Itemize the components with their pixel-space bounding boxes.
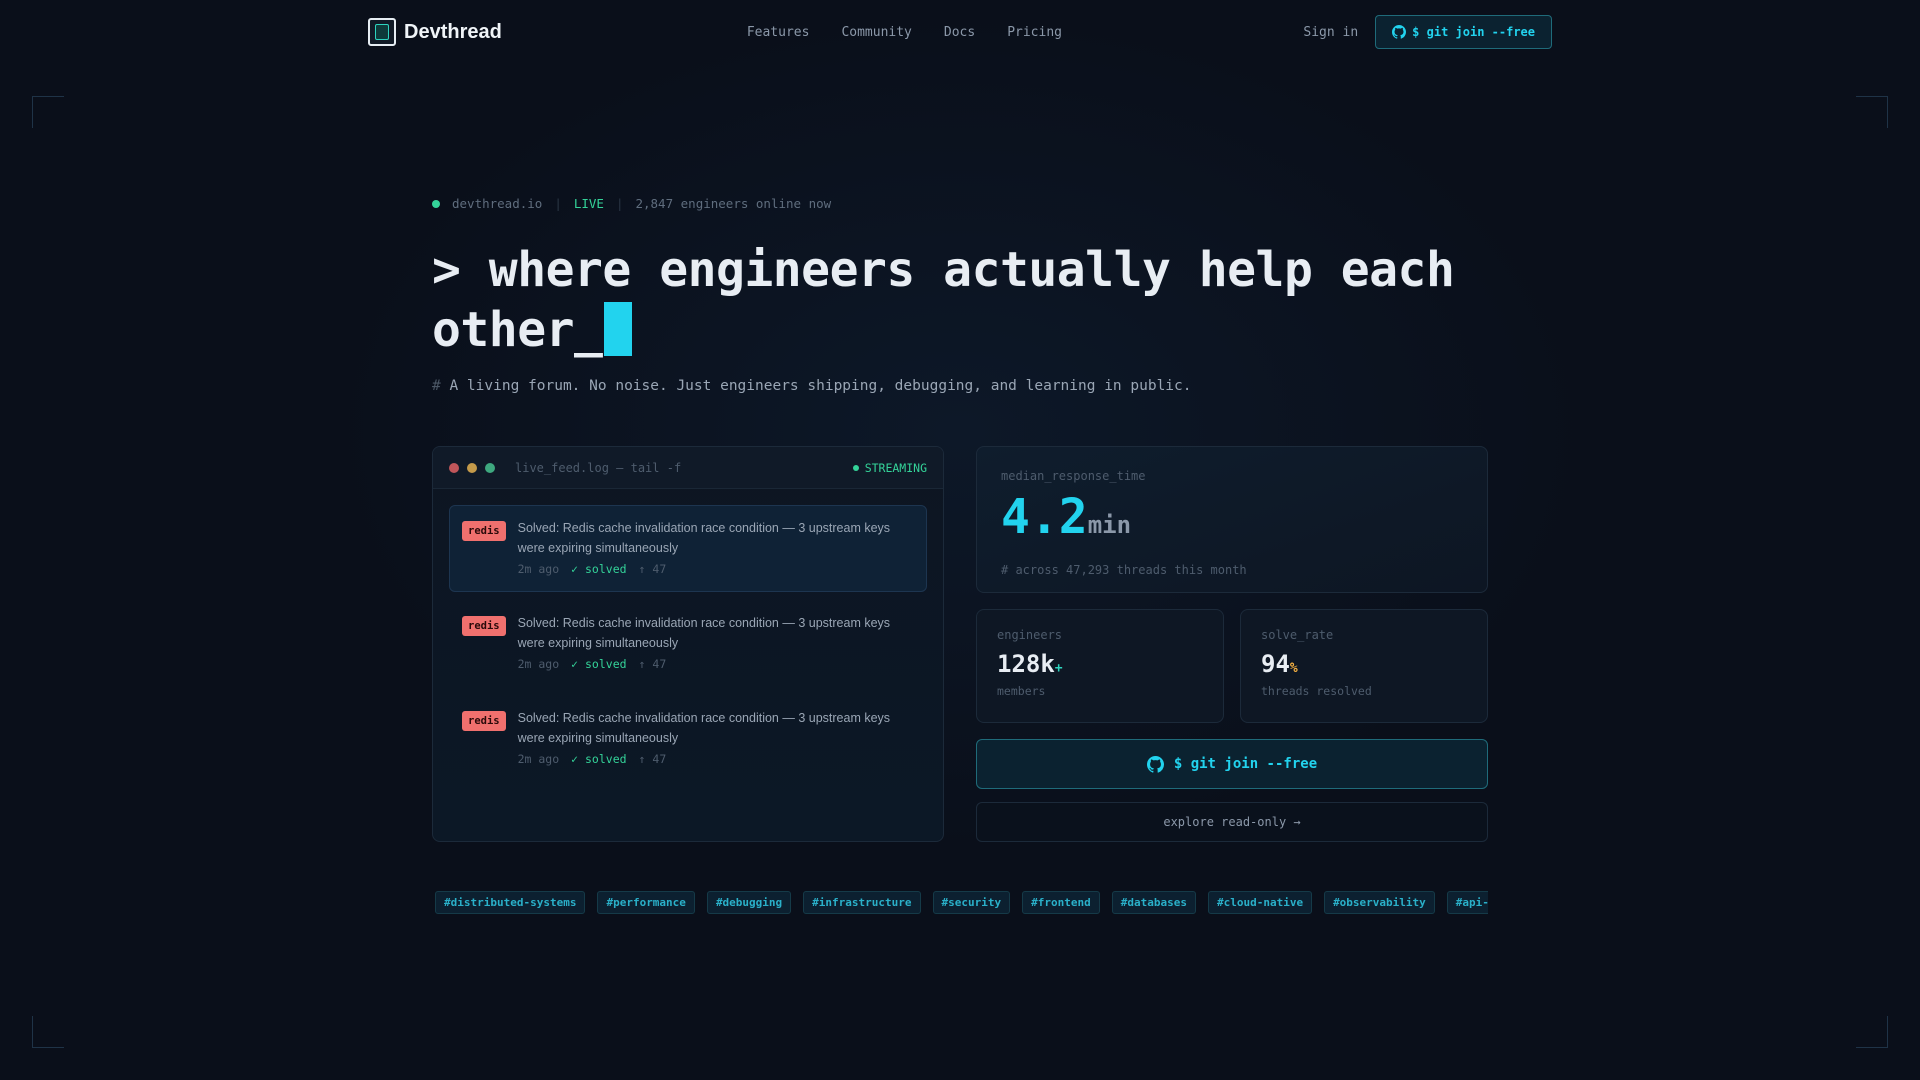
solved-badge: ✓ solved [571,562,627,576]
tag-infrastructure[interactable]: #infrastructure [803,891,921,914]
nav-link-community[interactable]: Community [841,25,911,40]
corner-decoration [32,96,64,128]
topic-tags: #distributed-systems #performance #debug… [435,891,1488,915]
solved-badge: ✓ solved [571,752,627,766]
stat-suffix: % [1289,661,1298,676]
live-feed-terminal: live_feed.log — tail -f STREAMING redis … [432,446,944,842]
stat-label: solve_rate [1261,628,1334,642]
feed-item[interactable]: redis Solved: Redis cache invalidation r… [449,600,927,687]
thread-title: Solved: Redis cache invalidation race co… [517,521,891,555]
thread-time: 2m ago [517,752,560,766]
online-dot-icon [432,199,440,208]
solved-badge: ✓ solved [571,657,627,671]
github-icon [1146,755,1164,773]
median-response-card: median_response_time 4.2min # across 47,… [976,446,1488,593]
solve-value: 94 [1261,650,1290,678]
live-badge: LIVE [573,196,604,211]
stat-note: # across 47,293 threads this month [1001,563,1247,577]
stat-label: median_response_time [1001,469,1146,483]
terminal-title: live_feed.log — tail -f [515,460,682,475]
brand-logo-icon [368,18,396,46]
feed-item[interactable]: redis Solved: Redis cache invalidation r… [449,695,927,782]
nav-join-label: $ git join --free [1412,25,1535,39]
brand-name: Devthread [404,20,502,43]
corner-decoration [1856,96,1888,128]
minimize-dot-icon [467,462,477,473]
hero-subline-text: A living forum. No noise. Just engineers… [449,378,1192,394]
tag-frontend[interactable]: #frontend [1022,891,1100,914]
feed-item[interactable]: redis Solved: Redis cache invalidation r… [449,505,927,592]
terminal-titlebar: live_feed.log — tail -f STREAMING [433,447,943,489]
nav-join-button[interactable]: $ git join --free [1375,15,1552,49]
vote-count: ↑ 47 [638,657,667,671]
thread-time: 2m ago [517,657,560,671]
tag-cloud-native[interactable]: #cloud-native [1207,891,1313,914]
topic-tag: redis [462,711,506,731]
divider: | [615,196,624,211]
nav-links: Features Community Docs Pricing [747,25,1062,40]
topic-tag: redis [462,616,506,636]
stat-label: engineers [997,628,1063,642]
top-nav: Devthread Features Community Docs Pricin… [368,14,1552,50]
nav-link-docs[interactable]: Docs [944,25,975,40]
stat-suffix: + [1054,661,1063,676]
corner-decoration [32,1016,64,1048]
online-count: 2,847 engineers online now [635,196,832,211]
engineers-value: 128k [997,650,1055,678]
sign-in-link[interactable]: Sign in [1303,25,1358,40]
feed-list: redis Solved: Redis cache invalidation r… [433,489,943,806]
nav-link-pricing[interactable]: Pricing [1007,25,1062,40]
stat-value: 4.2min [1001,491,1463,551]
status-line: devthread.io | LIVE | 2,847 engineers on… [432,196,831,211]
stat-unit: min [1087,511,1132,539]
topic-tag: redis [462,521,506,541]
thread-title: Solved: Redis cache invalidation race co… [517,711,891,745]
divider: | [554,196,562,211]
median-value: 4.2 [1001,489,1088,545]
tag-api-design[interactable]: #api-design [1446,891,1488,914]
vote-count: ↑ 47 [638,562,667,576]
comment-hash: # [432,378,441,394]
solve-rate-card: solve_rate 94% threads resolved [1240,609,1488,723]
tag-security[interactable]: #security [932,891,1011,914]
close-dot-icon [449,462,459,473]
join-label: $ git join --free [1173,756,1318,772]
nav-link-features[interactable]: Features [747,25,810,40]
hero-headline-text: > where engineers actually help each oth… [432,242,1455,358]
explore-read-only-button[interactable]: explore read-only → [976,802,1488,842]
cursor-block [604,302,633,356]
engineers-card: engineers 128k+ members [976,609,1224,723]
thread-time: 2m ago [517,562,560,576]
streaming-status: STREAMING [852,460,927,475]
thread-title: Solved: Redis cache invalidation race co… [517,616,891,650]
streaming-label: STREAMING [864,460,927,475]
vote-count: ↑ 47 [638,752,667,766]
site-domain: devthread.io [452,196,543,211]
streaming-dot-icon [852,464,859,471]
tag-debugging[interactable]: #debugging [706,891,792,914]
github-icon [1392,25,1407,39]
corner-decoration [1856,1016,1888,1048]
tag-databases[interactable]: #databases [1111,891,1196,914]
brand[interactable]: Devthread [368,18,502,46]
stat-caption: members [997,684,1046,698]
stat-value: 128k+ [997,650,1203,678]
hero-subline: # A living forum. No noise. Just enginee… [432,378,1192,394]
tag-distributed-systems[interactable]: #distributed-systems [435,891,586,914]
stat-caption: threads resolved [1261,684,1372,698]
tag-observability[interactable]: #observability [1324,891,1435,914]
maximize-dot-icon [485,462,495,473]
stat-value: 94% [1261,650,1467,678]
tag-performance[interactable]: #performance [597,891,695,914]
hero-headline: > where engineers actually help each oth… [432,240,1552,360]
join-button[interactable]: $ git join --free [976,739,1488,789]
